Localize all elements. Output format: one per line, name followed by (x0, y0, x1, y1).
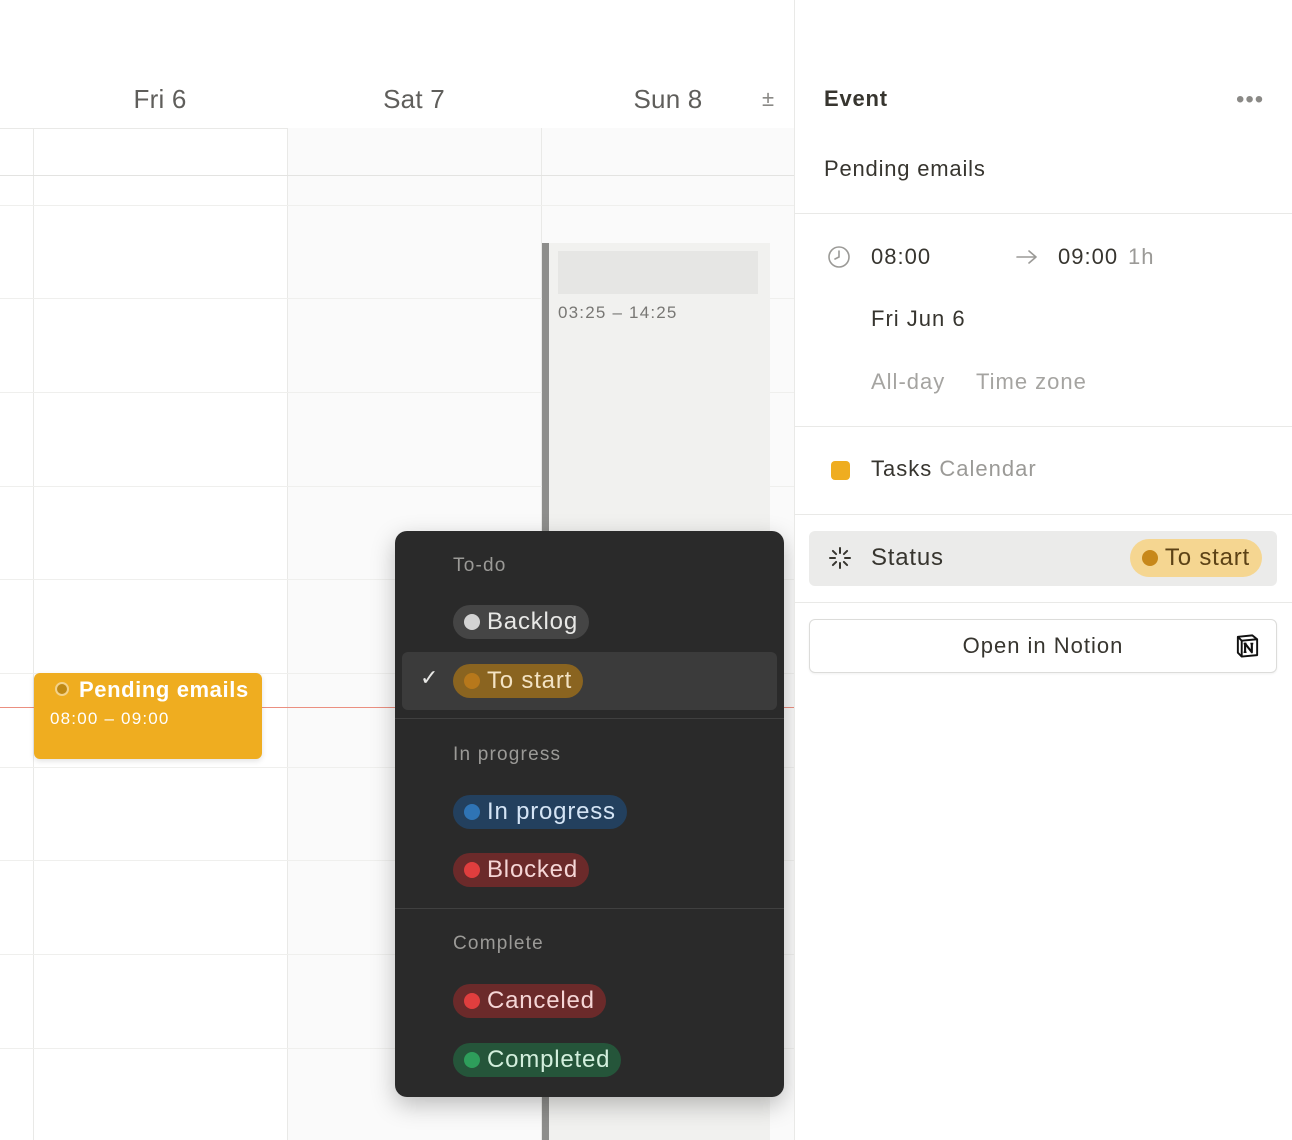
day-header-sun[interactable]: Sun 8 (541, 84, 795, 115)
open-in-notion-button[interactable]: Open in Notion (809, 619, 1277, 673)
more-options-icon[interactable]: ••• (1236, 86, 1264, 114)
status-dot-icon (464, 614, 480, 630)
zoom-toggle-icon[interactable]: ± (762, 86, 774, 112)
arrow-right-icon (1016, 250, 1037, 264)
status-option-in-progress[interactable]: In progress (402, 783, 777, 841)
panel-divider (795, 602, 1292, 603)
menu-separator (395, 718, 784, 719)
status-pill: In progress (453, 795, 627, 829)
status-dot-icon (464, 1052, 480, 1068)
status-pill: Backlog (453, 605, 589, 639)
status-dot-icon (464, 673, 480, 689)
panel-divider (795, 426, 1292, 427)
all-day-toggle[interactable]: All-day (871, 369, 945, 395)
status-option-label: In progress (487, 798, 616, 825)
status-value-pill[interactable]: To start (1129, 539, 1262, 577)
column-divider (287, 128, 288, 1140)
status-dot-icon (464, 804, 480, 820)
status-pill: Blocked (453, 853, 589, 887)
end-time-field[interactable]: 09:00 (1058, 244, 1118, 270)
status-value: To start (1164, 544, 1250, 571)
open-in-notion-label: Open in Notion (962, 633, 1124, 658)
status-pill: Canceled (453, 984, 606, 1018)
time-zone-button[interactable]: Time zone (976, 369, 1087, 395)
status-option-label: Backlog (487, 608, 578, 635)
status-option-canceled[interactable]: Canceled (402, 972, 777, 1030)
status-dot-icon (464, 862, 480, 878)
status-option-blocked[interactable]: Blocked (402, 841, 777, 899)
status-pill: Completed (453, 1043, 622, 1077)
event-detail-panel: Event ••• Pending emails 08:00 09:00 1h … (794, 0, 1292, 1140)
day-header-sat[interactable]: Sat 7 (287, 84, 541, 115)
status-dropdown-menu: To-do Backlog ✓ To start In progress In … (395, 531, 784, 1097)
event-pending-emails[interactable]: Pending emails 08:00 – 09:00 (34, 673, 262, 759)
all-day-divider (0, 175, 794, 176)
event-title: Pending emails (79, 677, 249, 702)
task-status-icon (55, 682, 69, 696)
column-divider (33, 128, 34, 1140)
start-time-field[interactable]: 08:00 (871, 244, 931, 270)
calendar-selector[interactable]: Tasks Calendar (871, 456, 1037, 482)
status-option-backlog[interactable]: Backlog (402, 593, 777, 651)
clock-icon (828, 246, 850, 268)
day-header-fri[interactable]: Fri 6 (33, 84, 287, 115)
status-option-label: Canceled (487, 987, 595, 1014)
event-time: 08:00 – 09:00 (50, 709, 170, 728)
calendar-color-swatch (831, 461, 850, 480)
hour-line (0, 205, 794, 206)
menu-group-label-complete: Complete (453, 933, 544, 954)
status-option-to-start[interactable]: ✓ To start (402, 652, 777, 710)
status-pill: To start (453, 664, 584, 698)
panel-divider (795, 213, 1292, 214)
menu-group-label-in-progress: In progress (453, 744, 562, 765)
menu-group-label-todo: To-do (453, 555, 507, 576)
status-spinner-icon (829, 547, 851, 569)
panel-title: Event (824, 86, 888, 111)
menu-separator (395, 908, 784, 909)
app-root: Fri 6 Sat 7 Sun 8 ± 03:25 – 14:25 Pendin… (0, 0, 1292, 1140)
calendar-name: Tasks (871, 456, 933, 481)
status-dot-icon (1141, 550, 1158, 566)
status-option-label: Blocked (487, 856, 578, 883)
status-option-label: To start (487, 667, 573, 694)
event-name-field[interactable]: Pending emails (824, 156, 986, 182)
status-property-row[interactable]: Status To start (809, 531, 1277, 586)
day-headers: Fri 6 Sat 7 Sun 8 ± (0, 0, 794, 129)
status-label: Status (871, 544, 944, 571)
checkmark-icon: ✓ (420, 665, 439, 690)
status-option-completed[interactable]: Completed (402, 1031, 777, 1089)
date-field[interactable]: Fri Jun 6 (871, 306, 966, 332)
status-option-label: Completed (487, 1046, 611, 1073)
notion-logo-icon (1236, 634, 1259, 658)
event-time: 03:25 – 14:25 (558, 303, 678, 322)
calendar-suffix: Calendar (939, 456, 1037, 481)
duration-label: 1h (1128, 244, 1155, 269)
status-dot-icon (464, 993, 480, 1009)
panel-divider (795, 514, 1292, 515)
event-title-placeholder (558, 251, 758, 294)
